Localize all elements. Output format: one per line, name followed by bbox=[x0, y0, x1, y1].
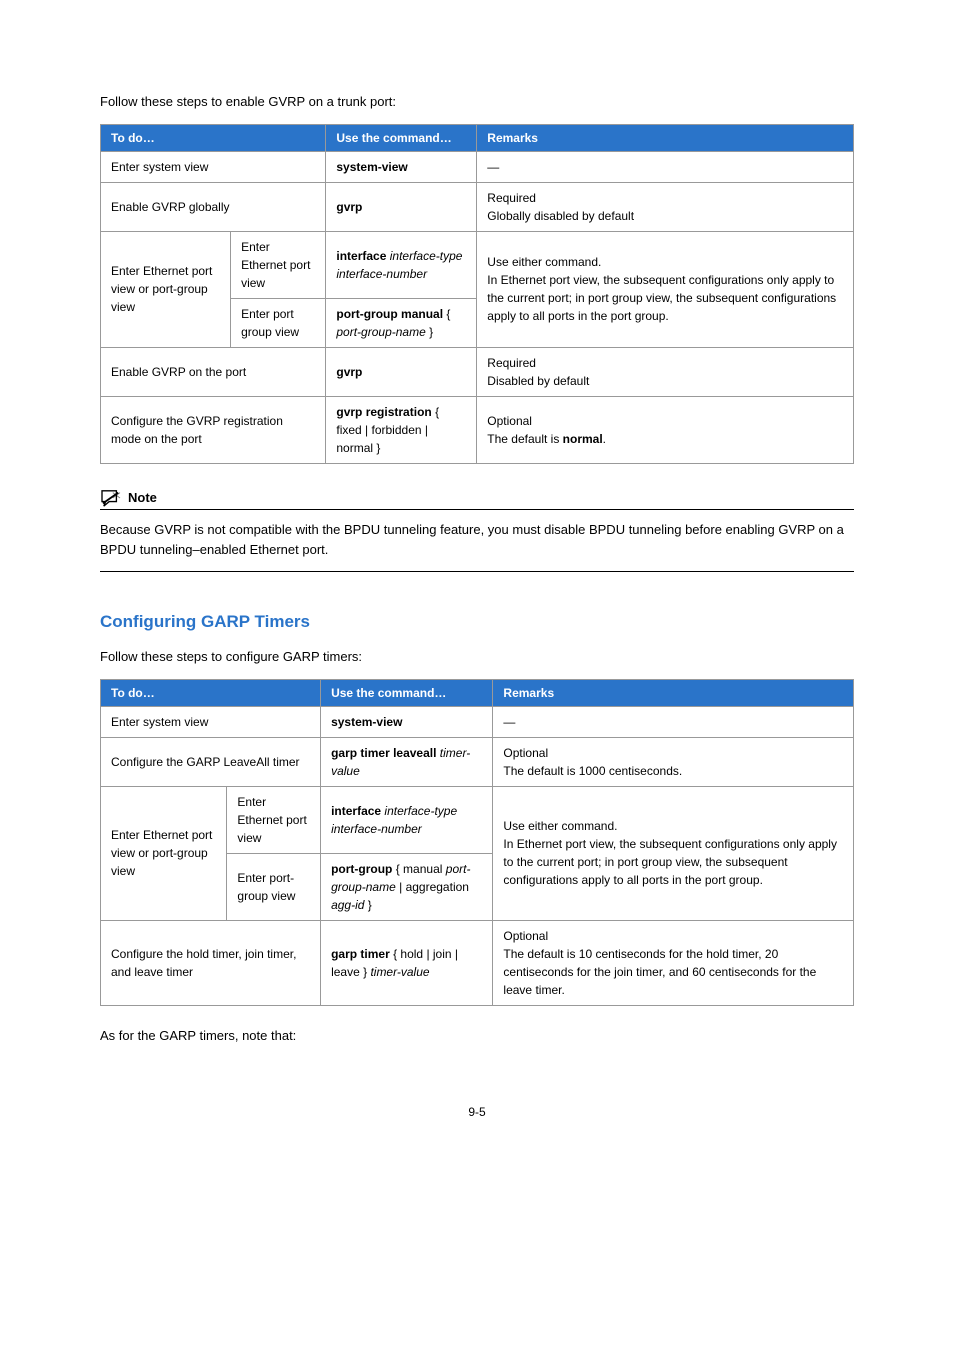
arg-text: timer-value bbox=[370, 965, 429, 979]
cell-text: In Ethernet port view, the subsequent co… bbox=[503, 837, 837, 887]
table-row: Configure the GVRP registration mode on … bbox=[101, 396, 854, 463]
section-heading: Configuring GARP Timers bbox=[100, 612, 854, 632]
cell: interface interface-type interface-numbe… bbox=[326, 231, 477, 298]
cell: Enter Ethernet port view bbox=[231, 231, 326, 298]
cell: Optional The default is 10 centiseconds … bbox=[493, 920, 854, 1005]
cell-text: Use either command. bbox=[503, 819, 617, 833]
cell: garp timer leaveall timer-value bbox=[321, 737, 493, 786]
cell-text: Globally disabled by default bbox=[487, 209, 634, 223]
cell: Optional The default is normal. bbox=[477, 396, 854, 463]
table-row: Configure the GARP LeaveAll timer garp t… bbox=[101, 737, 854, 786]
cell: Enter Ethernet port view or port-group v… bbox=[101, 231, 231, 347]
note-text: Because GVRP is not compatible with the … bbox=[100, 520, 854, 562]
arg-text: port-group-name bbox=[336, 325, 425, 339]
gvrp-config-table: To do… Use the command… Remarks Enter sy… bbox=[100, 124, 854, 464]
closing-text: As for the GARP timers, note that: bbox=[100, 1026, 854, 1046]
cmd-text: system-view bbox=[336, 160, 407, 174]
cmd-text: gvrp registration bbox=[336, 405, 435, 419]
cell: garp timer { hold | join | leave } timer… bbox=[321, 920, 493, 1005]
cell: port-group manual { port-group-name } bbox=[326, 298, 477, 347]
page-number: 9-5 bbox=[100, 1105, 854, 1119]
cmd-text: { manual bbox=[396, 862, 446, 876]
cell-text: Required bbox=[487, 356, 536, 370]
intro-text-1: Follow these steps to enable GVRP on a t… bbox=[100, 92, 854, 112]
cell: Enter system view bbox=[101, 706, 321, 737]
cmd-text: port-group bbox=[331, 862, 396, 876]
intro-text-2: Follow these steps to configure GARP tim… bbox=[100, 647, 854, 667]
table-row: Enter system view system-view — bbox=[101, 706, 854, 737]
cell: — bbox=[477, 151, 854, 182]
cell: system-view bbox=[326, 151, 477, 182]
cell: Required Globally disabled by default bbox=[477, 182, 854, 231]
cell-text: Use either command. bbox=[487, 255, 601, 269]
cmd-text: gvrp bbox=[336, 365, 362, 379]
table-row: Enter Ethernet port view or port-group v… bbox=[101, 231, 854, 298]
t2-header-cmd: Use the command… bbox=[321, 679, 493, 706]
note-block: Note Because GVRP is not compatible with… bbox=[100, 489, 854, 573]
note-icon bbox=[100, 489, 122, 507]
garp-timers-table: To do… Use the command… Remarks Enter sy… bbox=[100, 679, 854, 1006]
cell: Configure the GARP LeaveAll timer bbox=[101, 737, 321, 786]
cell-text: . bbox=[603, 432, 606, 446]
cmd-text: garp timer leaveall bbox=[331, 746, 440, 760]
cell-text: Required bbox=[487, 191, 536, 205]
table-row: Enter system view system-view — bbox=[101, 151, 854, 182]
cell: Use either command. In Ethernet port vie… bbox=[477, 231, 854, 347]
table-row: Enable GVRP on the port gvrp Required Di… bbox=[101, 347, 854, 396]
cell: interface interface-type interface-numbe… bbox=[321, 786, 493, 853]
cell-text: normal bbox=[563, 432, 603, 446]
cell: Optional The default is 1000 centisecond… bbox=[493, 737, 854, 786]
t2-header-todo: To do… bbox=[101, 679, 321, 706]
cmd-text: system-view bbox=[331, 715, 402, 729]
cell-text: Optional bbox=[487, 414, 532, 428]
cell: Enable GVRP globally bbox=[101, 182, 326, 231]
cmd-text: garp timer bbox=[331, 947, 393, 961]
cell-text: In Ethernet port view, the subsequent co… bbox=[487, 273, 836, 323]
note-label: Note bbox=[128, 490, 157, 505]
cell: Enter system view bbox=[101, 151, 326, 182]
cell: gvrp bbox=[326, 347, 477, 396]
table-row: Enable GVRP globally gvrp Required Globa… bbox=[101, 182, 854, 231]
t1-header-remarks: Remarks bbox=[477, 124, 854, 151]
cell: Enable GVRP on the port bbox=[101, 347, 326, 396]
cell-text: Optional bbox=[503, 929, 548, 943]
table-row: Enter Ethernet port view or port-group v… bbox=[101, 786, 854, 853]
cmd-text: } bbox=[364, 898, 371, 912]
cmd-text: interface bbox=[336, 249, 389, 263]
table-row: Configure the hold timer, join timer, an… bbox=[101, 920, 854, 1005]
cell-text: Optional bbox=[503, 746, 548, 760]
cmd-text: gvrp bbox=[336, 200, 362, 214]
arg-text: agg-id bbox=[331, 898, 364, 912]
cell: Enter Ethernet port view or port-group v… bbox=[101, 786, 227, 920]
t2-header-remarks: Remarks bbox=[493, 679, 854, 706]
cell-text: The default is bbox=[487, 432, 562, 446]
cell-text: The default is 1000 centiseconds. bbox=[503, 764, 682, 778]
cell: system-view bbox=[321, 706, 493, 737]
t1-header-todo: To do… bbox=[101, 124, 326, 151]
cell: — bbox=[493, 706, 854, 737]
cell-text: The default is 10 centiseconds for the h… bbox=[503, 947, 816, 997]
cell-text: Disabled by default bbox=[487, 374, 589, 388]
cell: Configure the hold timer, join timer, an… bbox=[101, 920, 321, 1005]
cell: gvrp registration { fixed | forbidden | … bbox=[326, 396, 477, 463]
cmd-text: | aggregation bbox=[396, 880, 469, 894]
cmd-text: interface bbox=[331, 804, 384, 818]
cell: Configure the GVRP registration mode on … bbox=[101, 396, 326, 463]
cell: Use either command. In Ethernet port vie… bbox=[493, 786, 854, 920]
cell: Enter port group view bbox=[231, 298, 326, 347]
cell: Required Disabled by default bbox=[477, 347, 854, 396]
cell: Enter Ethernet port view bbox=[227, 786, 321, 853]
cell: port-group { manual port-group-name | ag… bbox=[321, 853, 493, 920]
cmd-text: port-group manual bbox=[336, 307, 446, 321]
cell: gvrp bbox=[326, 182, 477, 231]
cell: Enter port-group view bbox=[227, 853, 321, 920]
t1-header-cmd: Use the command… bbox=[326, 124, 477, 151]
